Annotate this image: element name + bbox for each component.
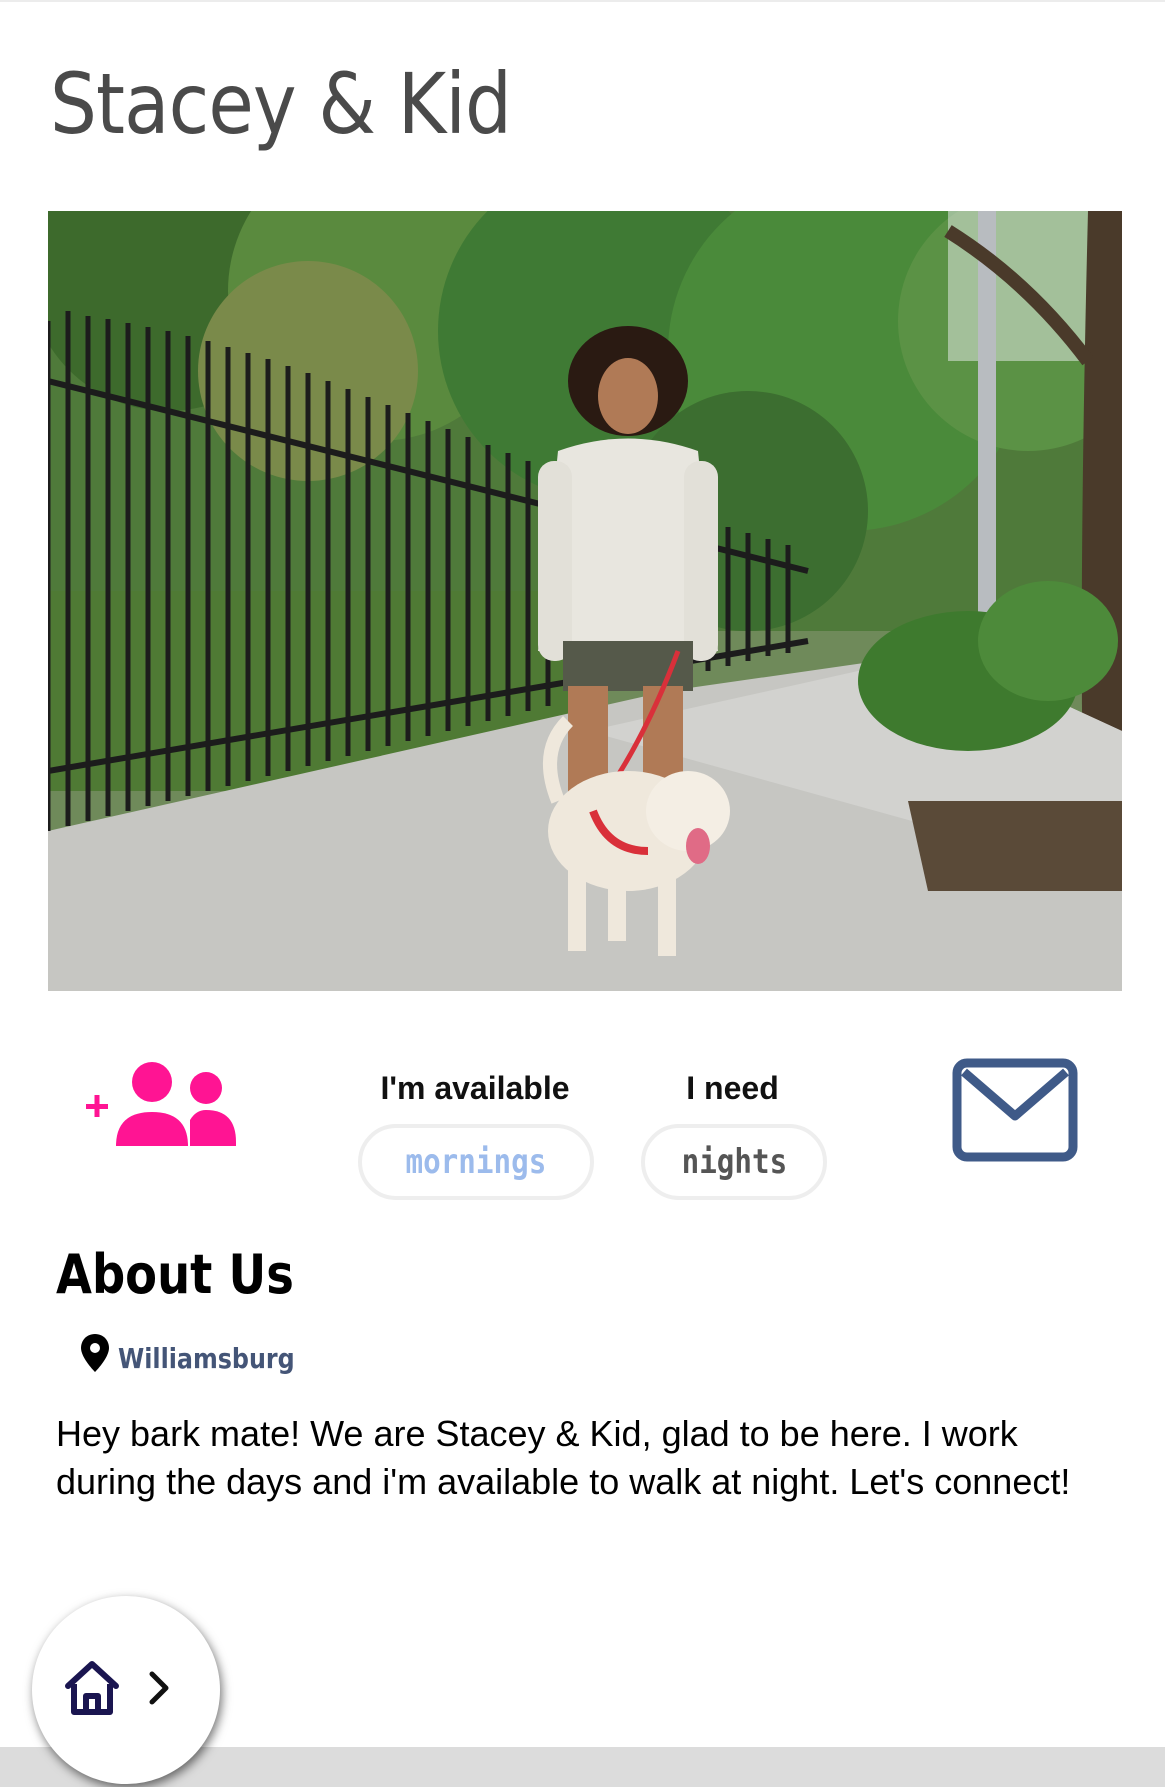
available-time-value: mornings [405, 1142, 547, 1182]
profile-photo [48, 211, 1122, 991]
add-friend-button[interactable] [82, 1060, 242, 1156]
location-text: Williamsburg [118, 1342, 295, 1375]
available-label: I'm available [380, 1070, 570, 1106]
envelope-icon [952, 1058, 1078, 1162]
need-time-chip[interactable]: nights [641, 1124, 827, 1200]
chevron-right-icon [149, 1671, 169, 1705]
about-bio: Hey bark mate! We are Stacey & Kid, glad… [56, 1413, 1071, 1502]
home-icon [65, 1661, 119, 1715]
profile-page: Stacey & Kid I'm available mornings I ne… [0, 0, 1165, 1787]
message-button[interactable] [952, 1058, 1078, 1162]
map-pin-icon [81, 1333, 109, 1372]
page-title: Stacey & Kid [50, 55, 512, 153]
home-nav-button[interactable] [32, 1596, 220, 1784]
available-time-chip[interactable]: mornings [358, 1124, 594, 1200]
add-friends-icon [86, 1062, 236, 1146]
location: Williamsburg [80, 1330, 326, 1375]
about-heading: About Us [56, 1243, 294, 1306]
top-divider [0, 0, 1165, 2]
need-time-value: nights [681, 1142, 787, 1182]
need-label: I need [686, 1070, 779, 1106]
